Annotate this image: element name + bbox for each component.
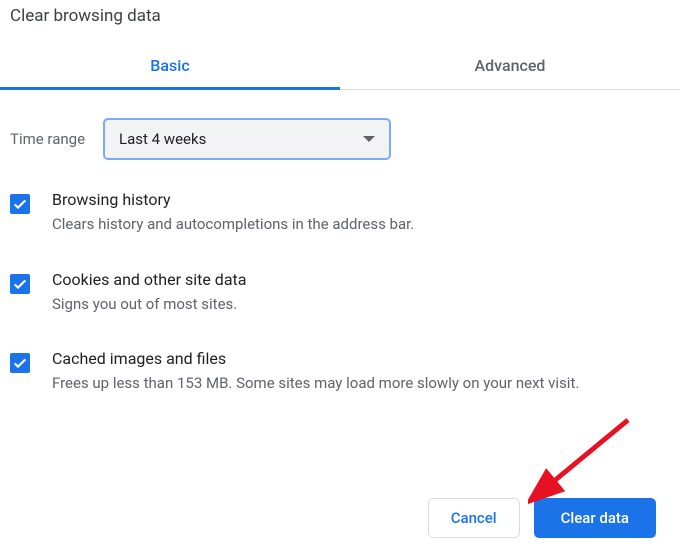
check-icon — [12, 355, 28, 371]
option-description: Frees up less than 153 MB. Some sites ma… — [52, 372, 579, 395]
option-description: Signs you out of most sites. — [52, 293, 246, 316]
option-text: Browsing history Clears history and auto… — [52, 190, 414, 236]
option-text: Cached images and files Frees up less th… — [52, 349, 579, 395]
checkbox-cache[interactable] — [10, 353, 30, 373]
clear-data-button[interactable]: Clear data — [534, 498, 656, 538]
dialog-footer: Cancel Clear data — [428, 498, 656, 538]
option-description: Clears history and autocompletions in th… — [52, 213, 414, 236]
checkbox-browsing-history[interactable] — [10, 194, 30, 214]
check-icon — [12, 276, 28, 292]
time-range-value: Last 4 weeks — [119, 130, 206, 148]
check-icon — [12, 196, 28, 212]
tab-basic[interactable]: Basic — [0, 44, 340, 89]
checkbox-cookies[interactable] — [10, 274, 30, 294]
options-list: Browsing history Clears history and auto… — [10, 190, 666, 395]
option-cache: Cached images and files Frees up less th… — [10, 349, 666, 395]
option-cookies: Cookies and other site data Signs you ou… — [10, 270, 666, 316]
annotation-arrow-icon — [528, 414, 638, 504]
option-title: Browsing history — [52, 190, 414, 209]
time-range-label: Time range — [10, 130, 85, 148]
clear-browsing-data-dialog: Clear browsing data Basic Advanced Time … — [0, 0, 680, 395]
option-text: Cookies and other site data Signs you ou… — [52, 270, 246, 316]
option-title: Cached images and files — [52, 349, 579, 368]
tabs: Basic Advanced — [0, 44, 680, 90]
time-range-select[interactable]: Last 4 weeks — [103, 118, 391, 160]
chevron-down-icon — [363, 136, 375, 142]
option-browsing-history: Browsing history Clears history and auto… — [10, 190, 666, 236]
cancel-button[interactable]: Cancel — [428, 498, 520, 538]
tab-advanced[interactable]: Advanced — [340, 44, 680, 89]
option-title: Cookies and other site data — [52, 270, 246, 289]
time-range-row: Time range Last 4 weeks — [10, 118, 666, 160]
dialog-title: Clear browsing data — [10, 6, 666, 26]
